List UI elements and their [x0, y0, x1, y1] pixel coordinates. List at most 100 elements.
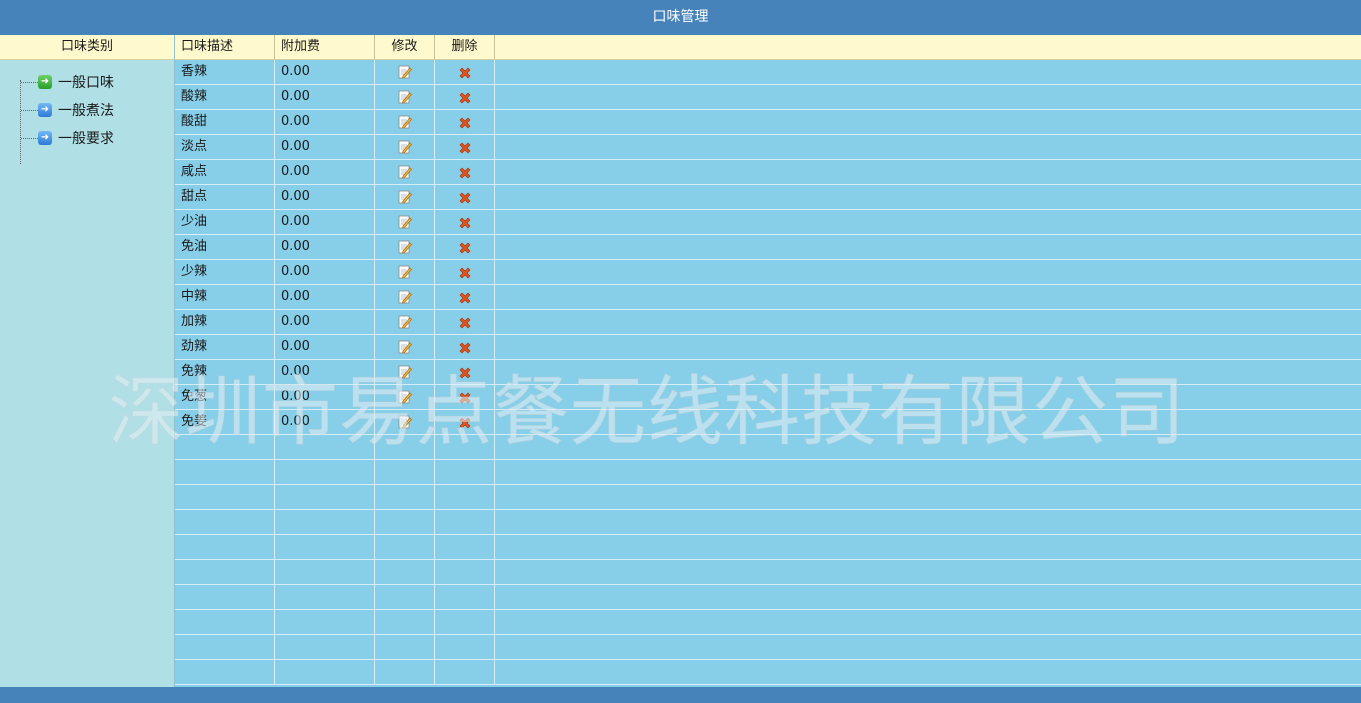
taste-description: 少辣	[175, 260, 275, 284]
taste-description: 免辣	[175, 360, 275, 384]
column-header-surcharge[interactable]: 附加费	[275, 35, 375, 59]
delete-cell	[435, 310, 495, 334]
table-row[interactable]: 少油 0.00	[175, 210, 1361, 235]
delete-icon[interactable]	[458, 65, 472, 79]
empty-row	[175, 635, 1361, 660]
delete-icon[interactable]	[458, 415, 472, 429]
row-filler	[495, 160, 1361, 184]
taste-description: 少油	[175, 210, 275, 234]
edit-cell	[375, 385, 435, 409]
table-row[interactable]: 免姜 0.00	[175, 410, 1361, 435]
delete-icon[interactable]	[458, 165, 472, 179]
table-row[interactable]: 少辣 0.00	[175, 260, 1361, 285]
row-filler	[495, 110, 1361, 134]
edit-icon[interactable]	[398, 64, 412, 79]
delete-icon[interactable]	[458, 390, 472, 404]
edit-icon[interactable]	[398, 264, 412, 279]
row-filler	[495, 260, 1361, 284]
edit-cell	[375, 85, 435, 109]
delete-cell	[435, 235, 495, 259]
edit-cell	[375, 410, 435, 434]
sidebar-item-general-taste[interactable]: ➜ 一般口味	[0, 68, 174, 96]
table-row[interactable]: 酸辣 0.00	[175, 85, 1361, 110]
category-sidebar: 口味类别 ➜ 一般口味 ➜ 一般煮法 ➜ 一般要求	[0, 35, 175, 687]
edit-icon[interactable]	[398, 314, 412, 329]
sidebar-item-general-request[interactable]: ➜ 一般要求	[0, 124, 174, 152]
edit-icon[interactable]	[398, 389, 412, 404]
delete-icon[interactable]	[458, 265, 472, 279]
empty-row	[175, 535, 1361, 560]
edit-icon[interactable]	[398, 239, 412, 254]
column-header-description[interactable]: 口味描述	[175, 35, 275, 59]
table-row[interactable]: 中辣 0.00	[175, 285, 1361, 310]
surcharge-value: 0.00	[275, 285, 375, 309]
edit-cell	[375, 335, 435, 359]
delete-icon[interactable]	[458, 140, 472, 154]
edit-icon[interactable]	[398, 289, 412, 304]
edit-icon[interactable]	[398, 189, 412, 204]
table-row[interactable]: 劲辣 0.00	[175, 335, 1361, 360]
delete-cell	[435, 160, 495, 184]
empty-cell	[275, 435, 375, 459]
edit-icon[interactable]	[398, 89, 412, 104]
row-filler	[495, 310, 1361, 334]
empty-cell	[495, 560, 1361, 584]
row-filler	[495, 410, 1361, 434]
delete-icon[interactable]	[458, 240, 472, 254]
edit-icon[interactable]	[398, 214, 412, 229]
row-filler	[495, 210, 1361, 234]
empty-row	[175, 585, 1361, 610]
empty-cell	[495, 510, 1361, 534]
surcharge-value: 0.00	[275, 310, 375, 334]
empty-cell	[175, 460, 275, 484]
table-row[interactable]: 免辣 0.00	[175, 360, 1361, 385]
sidebar-item-general-cooking[interactable]: ➜ 一般煮法	[0, 96, 174, 124]
blue-arrow-icon: ➜	[38, 103, 52, 117]
empty-cell	[435, 435, 495, 459]
empty-cell	[435, 660, 495, 684]
empty-cell	[495, 585, 1361, 609]
empty-cell	[175, 435, 275, 459]
delete-icon[interactable]	[458, 215, 472, 229]
table-row[interactable]: 免油 0.00	[175, 235, 1361, 260]
table-row[interactable]: 甜点 0.00	[175, 185, 1361, 210]
edit-cell	[375, 285, 435, 309]
table-row[interactable]: 免葱 0.00	[175, 385, 1361, 410]
row-filler	[495, 360, 1361, 384]
delete-icon[interactable]	[458, 90, 472, 104]
table-row[interactable]: 淡点 0.00	[175, 135, 1361, 160]
edit-icon[interactable]	[398, 414, 412, 429]
empty-cell	[275, 460, 375, 484]
tree-branch	[21, 137, 38, 139]
delete-cell	[435, 335, 495, 359]
empty-cell	[175, 510, 275, 534]
edit-cell	[375, 210, 435, 234]
empty-cell	[175, 660, 275, 684]
edit-icon[interactable]	[398, 364, 412, 379]
table-row[interactable]: 咸点 0.00	[175, 160, 1361, 185]
edit-icon[interactable]	[398, 339, 412, 354]
column-header-delete: 删除	[435, 35, 495, 59]
row-filler	[495, 335, 1361, 359]
taste-description: 酸辣	[175, 85, 275, 109]
empty-cell	[375, 635, 435, 659]
row-filler	[495, 285, 1361, 309]
edit-icon[interactable]	[398, 139, 412, 154]
empty-cell	[175, 635, 275, 659]
empty-cell	[275, 610, 375, 634]
edit-icon[interactable]	[398, 114, 412, 129]
delete-icon[interactable]	[458, 315, 472, 329]
empty-cell	[435, 560, 495, 584]
delete-icon[interactable]	[458, 190, 472, 204]
delete-icon[interactable]	[458, 290, 472, 304]
window-title: 口味管理	[0, 0, 1361, 35]
table-row[interactable]: 加辣 0.00	[175, 310, 1361, 335]
edit-icon[interactable]	[398, 164, 412, 179]
delete-icon[interactable]	[458, 115, 472, 129]
delete-icon[interactable]	[458, 365, 472, 379]
table-row[interactable]: 酸甜 0.00	[175, 110, 1361, 135]
surcharge-value: 0.00	[275, 110, 375, 134]
table-row[interactable]: 香辣 0.00	[175, 60, 1361, 85]
delete-icon[interactable]	[458, 340, 472, 354]
sidebar-item-label: 一般要求	[58, 131, 114, 147]
